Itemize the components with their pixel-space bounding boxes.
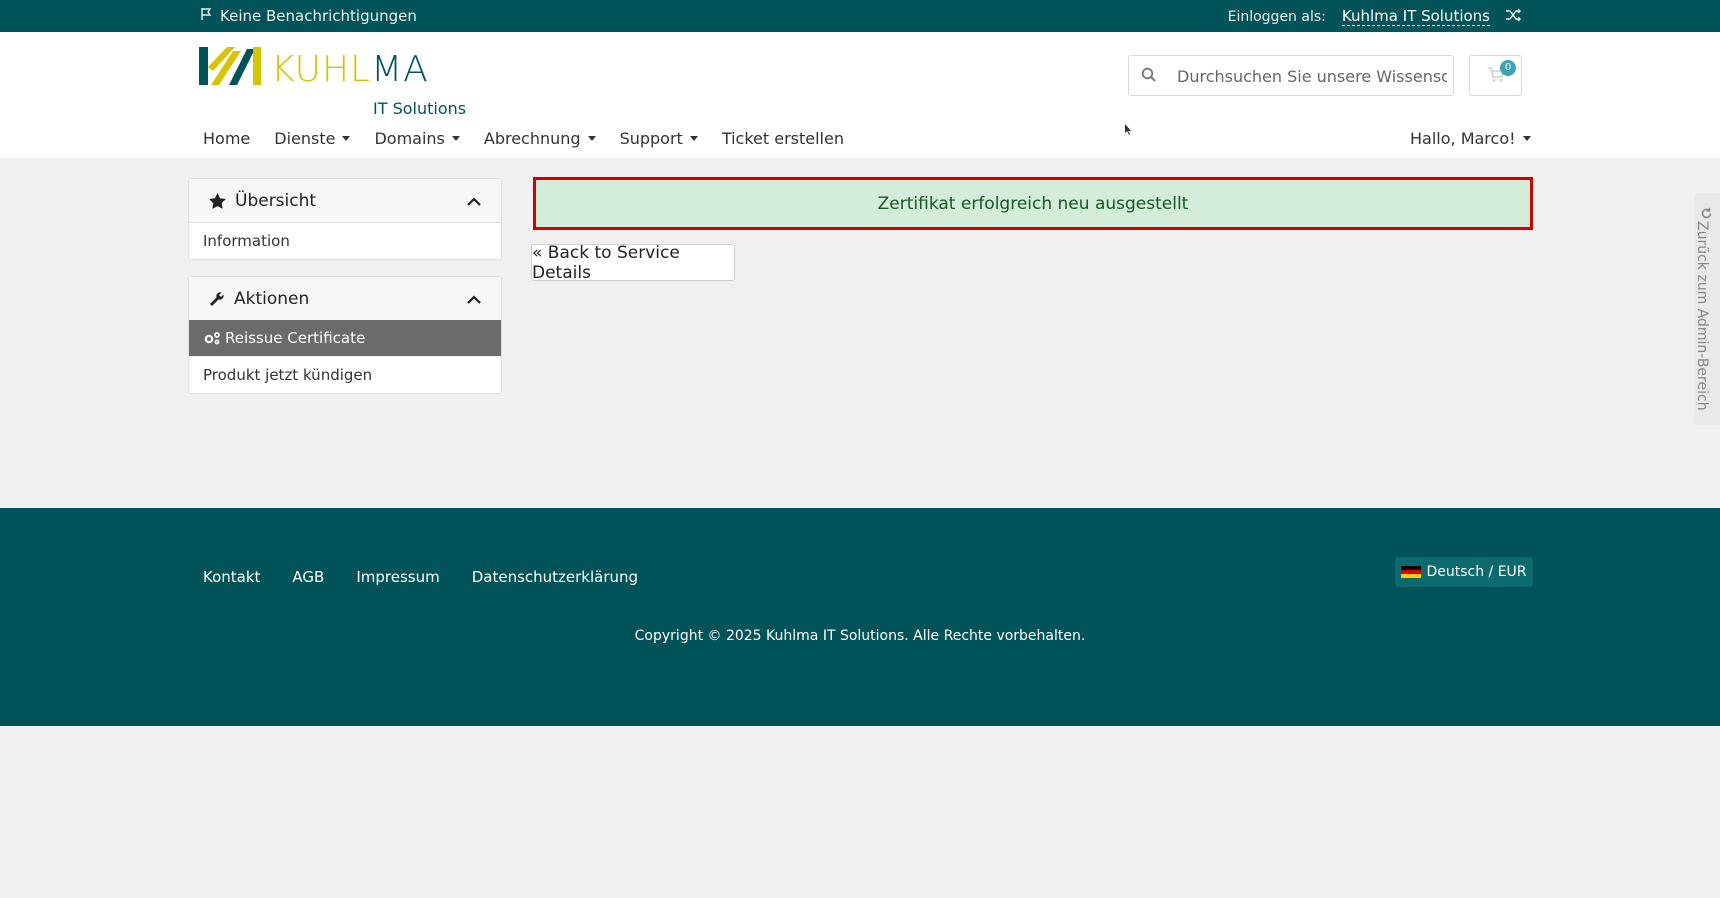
star-icon — [209, 192, 226, 209]
reissue-certificate-label: Reissue Certificate — [225, 329, 366, 347]
top-bar: Keine Benachrichtigungen Einloggen als: … — [0, 0, 1720, 32]
caret-down-icon — [451, 136, 460, 141]
nav-home[interactable]: Home — [203, 129, 250, 148]
cart-button[interactable]: 0 — [1469, 55, 1522, 96]
search-input[interactable] — [1177, 65, 1447, 87]
logo-subtitle: IT Solutions — [373, 99, 467, 118]
search-icon — [1141, 67, 1157, 87]
overview-title: Übersicht — [235, 190, 317, 211]
language-currency-label: Deutsch / EUR — [1426, 564, 1527, 580]
search-box — [1128, 55, 1454, 96]
actions-panel-header[interactable]: Aktionen — [189, 277, 501, 320]
notifications-link[interactable]: Keine Benachrichtigungen — [200, 7, 417, 25]
cart-count-badge: 0 — [1500, 60, 1516, 76]
main-nav: Home Dienste Domains Abrechnung Support … — [203, 129, 868, 148]
nav-dienste[interactable]: Dienste — [274, 129, 351, 148]
footer-link-impressum[interactable]: Impressum — [356, 568, 439, 586]
footer-link-kontakt[interactable]: Kontakt — [203, 568, 260, 586]
nav-ticket-erstellen[interactable]: Ticket erstellen — [722, 129, 844, 148]
back-to-service-details-button[interactable]: « Back to Service Details — [531, 243, 735, 283]
logged-in-label: Einloggen als: — [1227, 8, 1326, 25]
user-greeting: Hallo, Marco! — [1410, 129, 1516, 148]
chevron-up-icon[interactable] — [467, 289, 481, 309]
back-to-admin-tab[interactable]: Zurück zum Admin-Bereich — [1694, 193, 1720, 425]
nav-domains[interactable]: Domains — [374, 129, 460, 148]
back-to-admin-label: Zurück zum Admin-Bereich — [1694, 221, 1710, 411]
account-link[interactable]: Kuhlma IT Solutions — [1341, 7, 1490, 26]
footer-link-agb[interactable]: AGB — [292, 568, 324, 586]
overview-panel-header[interactable]: Übersicht — [189, 179, 501, 223]
actions-panel: Aktionen Reissue Certificate Produkt jet… — [188, 276, 502, 394]
nav-abrechnung[interactable]: Abrechnung — [484, 129, 596, 148]
sidebar-item-cancel-product[interactable]: Produkt jetzt kündigen — [189, 356, 501, 393]
chevron-up-icon[interactable] — [467, 191, 481, 211]
caret-down-icon — [342, 136, 351, 141]
language-currency-button[interactable]: Deutsch / EUR — [1395, 557, 1533, 587]
overview-panel: Übersicht Information — [188, 178, 502, 260]
logo-wordmark: KUHLMA — [271, 49, 429, 90]
wrench-icon — [209, 291, 225, 307]
notifications-label: Keine Benachrichtigungen — [220, 7, 417, 25]
nav-support[interactable]: Support — [620, 129, 698, 148]
sidebar-item-reissue-certificate[interactable]: Reissue Certificate — [189, 320, 501, 356]
actions-title: Aktionen — [234, 288, 310, 309]
user-menu[interactable]: Hallo, Marco! — [1410, 129, 1531, 148]
switch-account-icon[interactable] — [1505, 8, 1521, 26]
footer-link-datenschutz[interactable]: Datenschutzerklärung — [472, 568, 638, 586]
mouse-cursor-icon — [1125, 120, 1133, 139]
caret-down-icon — [587, 136, 596, 141]
flag-icon — [200, 7, 214, 25]
header: KUHLMA IT Solutions 0 Home Dienste Domai… — [0, 32, 1720, 158]
sidebar-item-information[interactable]: Information — [189, 223, 501, 259]
footer-links: Kontakt AGB Impressum Datenschutzerkläru… — [203, 568, 670, 586]
success-alert: Zertifikat erfolgreich neu ausgestellt — [533, 177, 1533, 230]
caret-down-icon — [689, 136, 698, 141]
caret-down-icon — [1522, 136, 1531, 141]
copyright-text: Copyright © 2025 Kuhlma IT Solutions. Al… — [634, 628, 1086, 644]
german-flag-icon — [1401, 565, 1422, 579]
gears-icon — [203, 331, 221, 345]
footer: Kontakt AGB Impressum Datenschutzerkläru… — [0, 508, 1720, 726]
logo-mark-icon — [199, 47, 261, 85]
logo[interactable]: KUHLMA IT Solutions — [199, 45, 474, 118]
